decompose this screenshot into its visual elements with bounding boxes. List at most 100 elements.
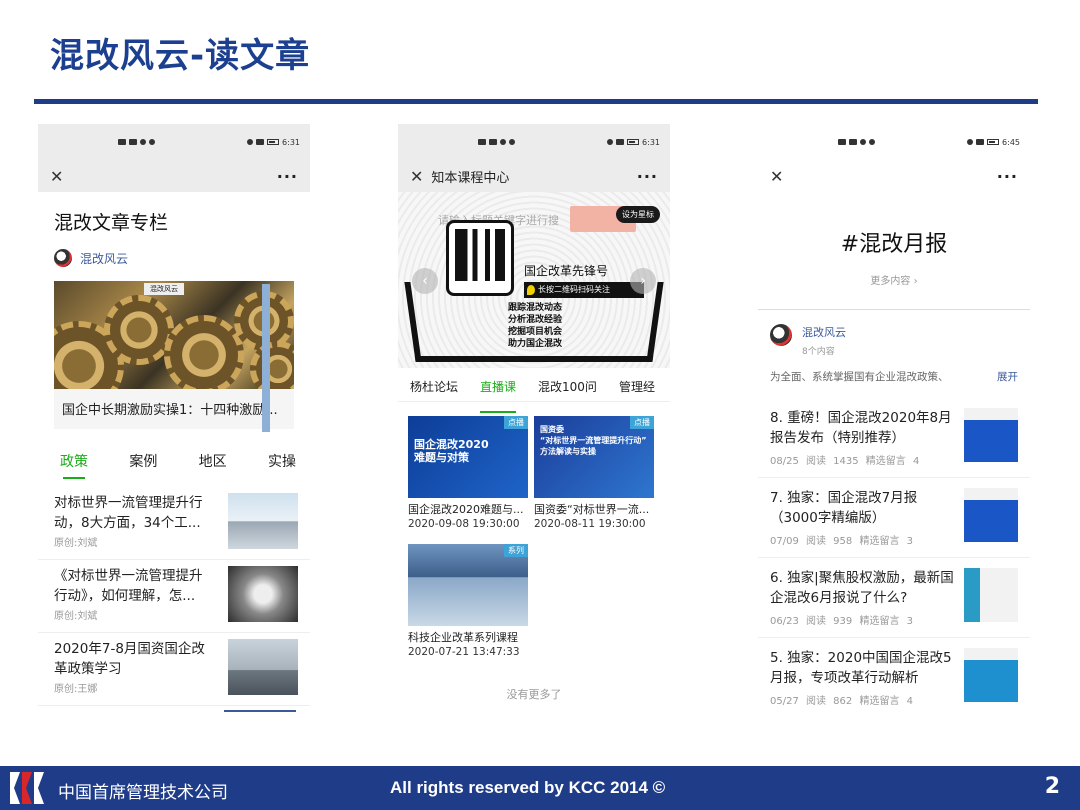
frame-decoration [420,356,648,362]
phone-screenshot-courses: 6:31 ✕ 知本课程中心 ··· 请输入标题关键字进行搜 设为星标 国企改革先… [398,124,670,712]
course-name: 国企混改2020难题与... [408,503,524,516]
course-tag: 点播 [504,416,528,429]
list-item[interactable]: 2020年7-8月国资国企改革政策学习原创:王娜 [38,633,310,706]
page-number: 2 [1044,774,1060,799]
course-time: 2020-09-08 19:30:00 [408,518,520,530]
battery-icon [627,139,640,145]
list-item[interactable]: 8. 重磅！国企混改2020年8月报告发布（特别推荐） 08/25 阅读 1435… [758,398,1030,478]
report-title: 8. 重磅！国企混改2020年8月报告发布（特别推荐） [770,410,952,446]
status-time: 6:45 [1002,137,1020,147]
close-icon[interactable]: ✕ [410,167,423,186]
battery-icon [987,139,1000,145]
tab-practice[interactable]: 实操 [268,451,296,471]
next-thumbnail-edge [224,710,296,712]
article-thumbnail [228,566,298,622]
more-icon[interactable]: ··· [997,167,1018,186]
report-thumbnail [964,648,1018,702]
gears-image: 混改风云 [54,281,294,389]
report-thumbnail [964,488,1018,542]
company-name: 中国首席管理技术公司 [58,783,228,803]
kcc-logo-icon [10,772,44,804]
tab-region[interactable]: 地区 [199,451,227,471]
list-item[interactable]: 6. 独家|聚焦股权激励，最新国企混改6月报说了什么? 06/23 阅读 939 … [758,558,1030,638]
course-cover: 系列 [408,544,528,626]
article-author: 原创:刘斌 [54,611,98,622]
list-item[interactable]: 《对标世界一流管理提升行动》，如何理解，怎... 原创:刘斌 [38,560,310,633]
more-icon[interactable]: ··· [277,167,298,186]
author-name: 混改风云 [802,326,846,339]
tab-qa[interactable]: 混改100问 [538,378,597,401]
tab-policy[interactable]: 政策 [60,451,88,479]
course-cover: 点播 国资委 “对标世界一流管理提升行动” 方法解读与实操 [534,416,654,498]
next-arrow-icon[interactable]: › [630,268,656,294]
battery-icon [267,139,280,145]
more-icon[interactable]: ··· [637,167,658,186]
article-author: 原创:王娜 [54,684,98,695]
star-badge[interactable]: 设为星标 [616,206,660,223]
course-card[interactable]: 点播 国资委 “对标世界一流管理提升行动” 方法解读与实操 国资委“对标世界一流… [534,416,654,530]
course-cover-text: 国企混改2020 难题与对策 [414,438,489,464]
content-count: 8个内容 [802,347,835,357]
description-text: 为全面、系统掌握国有企业混改政策、 [770,371,949,383]
course-tag: 系列 [504,544,528,557]
article-thumbnail [228,493,298,549]
article-title: 2020年7-8月国资国企改革政策学习 [54,641,205,677]
report-title: 5. 独家：2020中国国企混改5月报，专项改革行动解析 [770,650,952,686]
tab-management[interactable]: 管理经 [619,378,655,401]
author-row[interactable]: 混改风云 [54,249,294,267]
author-row[interactable]: 混改风云 8个内容 [758,310,1030,357]
course-time: 2020-08-11 19:30:00 [534,518,646,530]
close-icon[interactable]: ✕ [50,167,63,186]
promo-banner[interactable]: 请输入标题关键字进行搜 设为星标 国企改革先锋号 长按二维码扫码关注 跟踪混改动… [398,192,670,368]
report-title: 6. 独家|聚焦股权激励，最新国企混改6月报说了什么? [770,570,954,606]
category-tabs: 政策 案例 地区 实操 [38,451,310,479]
author-name: 混改风云 [80,251,129,266]
frame-decoration [404,282,452,362]
nav-bar: ✕ 知本课程中心 ··· [398,160,670,192]
status-bar: 6:31 [398,124,670,160]
status-icons-left [118,139,155,145]
status-icons-right: 6:31 [247,138,300,147]
nav-bar: ✕ ··· [38,160,310,192]
article-author: 原创:刘斌 [54,538,98,549]
status-icons-right: 6:45 [967,138,1020,147]
column-title: 混改文章专栏 [54,212,169,234]
nav-title: 知本课程中心 [431,170,510,186]
location-pin-icon [527,285,535,295]
prev-arrow-icon[interactable]: ‹ [412,268,438,294]
report-meta: 06/23 阅读 939 精选留言 3 [770,616,913,627]
course-tabs: 杨杜论坛 直播课 混改100问 管理经 [398,368,670,413]
expand-link[interactable]: 展开 [997,369,1018,384]
no-more-text: 没有更多了 [506,688,562,701]
topic-title: #混改月报 [840,232,948,257]
tab-cases[interactable]: 案例 [129,451,157,471]
promo-lines: 跟踪混改动态 分析混改经验 挖掘项目机会 助力国企混改 [508,303,563,349]
report-list: 8. 重磅！国企混改2020年8月报告发布（特别推荐） 08/25 阅读 1435… [758,398,1030,712]
course-name: 国资委“对标世界一流... [534,503,650,516]
course-name: 科技企业改革系列课程 [408,631,518,644]
close-icon[interactable]: ✕ [770,167,783,186]
course-cover: 点播 国企混改2020 难题与对策 [408,416,528,498]
status-icons-left [478,139,515,145]
qr-code [446,220,514,296]
article-title: 《对标世界一流管理提升行动》，如何理解，怎... [54,568,203,604]
list-item[interactable]: 7. 独家：国企混改7月报（3000字精编版） 07/09 阅读 958 精选留言… [758,478,1030,558]
more-content-link[interactable]: 更多内容 › [758,272,1030,287]
tab-live[interactable]: 直播课 [480,378,517,413]
report-thumbnail [964,408,1018,462]
report-meta: 08/25 阅读 1435 精选留言 4 [770,456,920,467]
course-grid: 点播 国企混改2020 难题与对策 国企混改2020难题与... 2020-09… [398,402,670,666]
report-meta: 07/09 阅读 958 精选留言 3 [770,536,913,547]
status-icons-right: 6:31 [607,138,660,147]
course-card[interactable]: 系列 科技企业改革系列课程 2020-07-21 13:47:33 [408,544,528,658]
promo-bar: 长按二维码扫码关注 [524,282,644,298]
course-card[interactable]: 点播 国企混改2020 难题与对策 国企混改2020难题与... 2020-09… [408,416,528,530]
featured-article-card[interactable]: 混改风云 国企中长期激励实操1：十四种激励... [54,281,294,429]
status-time: 6:31 [282,137,300,147]
article-list: 对标世界一流管理提升行动，8大方面，34个工... 原创:刘斌 《对标世界一流管理… [38,487,310,712]
list-item[interactable]: 5. 独家：2020中国国企混改5月报，专项改革行动解析 05/27 阅读 862… [758,638,1030,712]
banner-caption: 国企中长期激励实操1：十四种激励... [62,403,278,418]
status-bar: 6:31 [38,124,310,160]
list-item[interactable]: 对标世界一流管理提升行动，8大方面，34个工... 原创:刘斌 [38,487,310,560]
tab-forum[interactable]: 杨杜论坛 [410,378,458,401]
